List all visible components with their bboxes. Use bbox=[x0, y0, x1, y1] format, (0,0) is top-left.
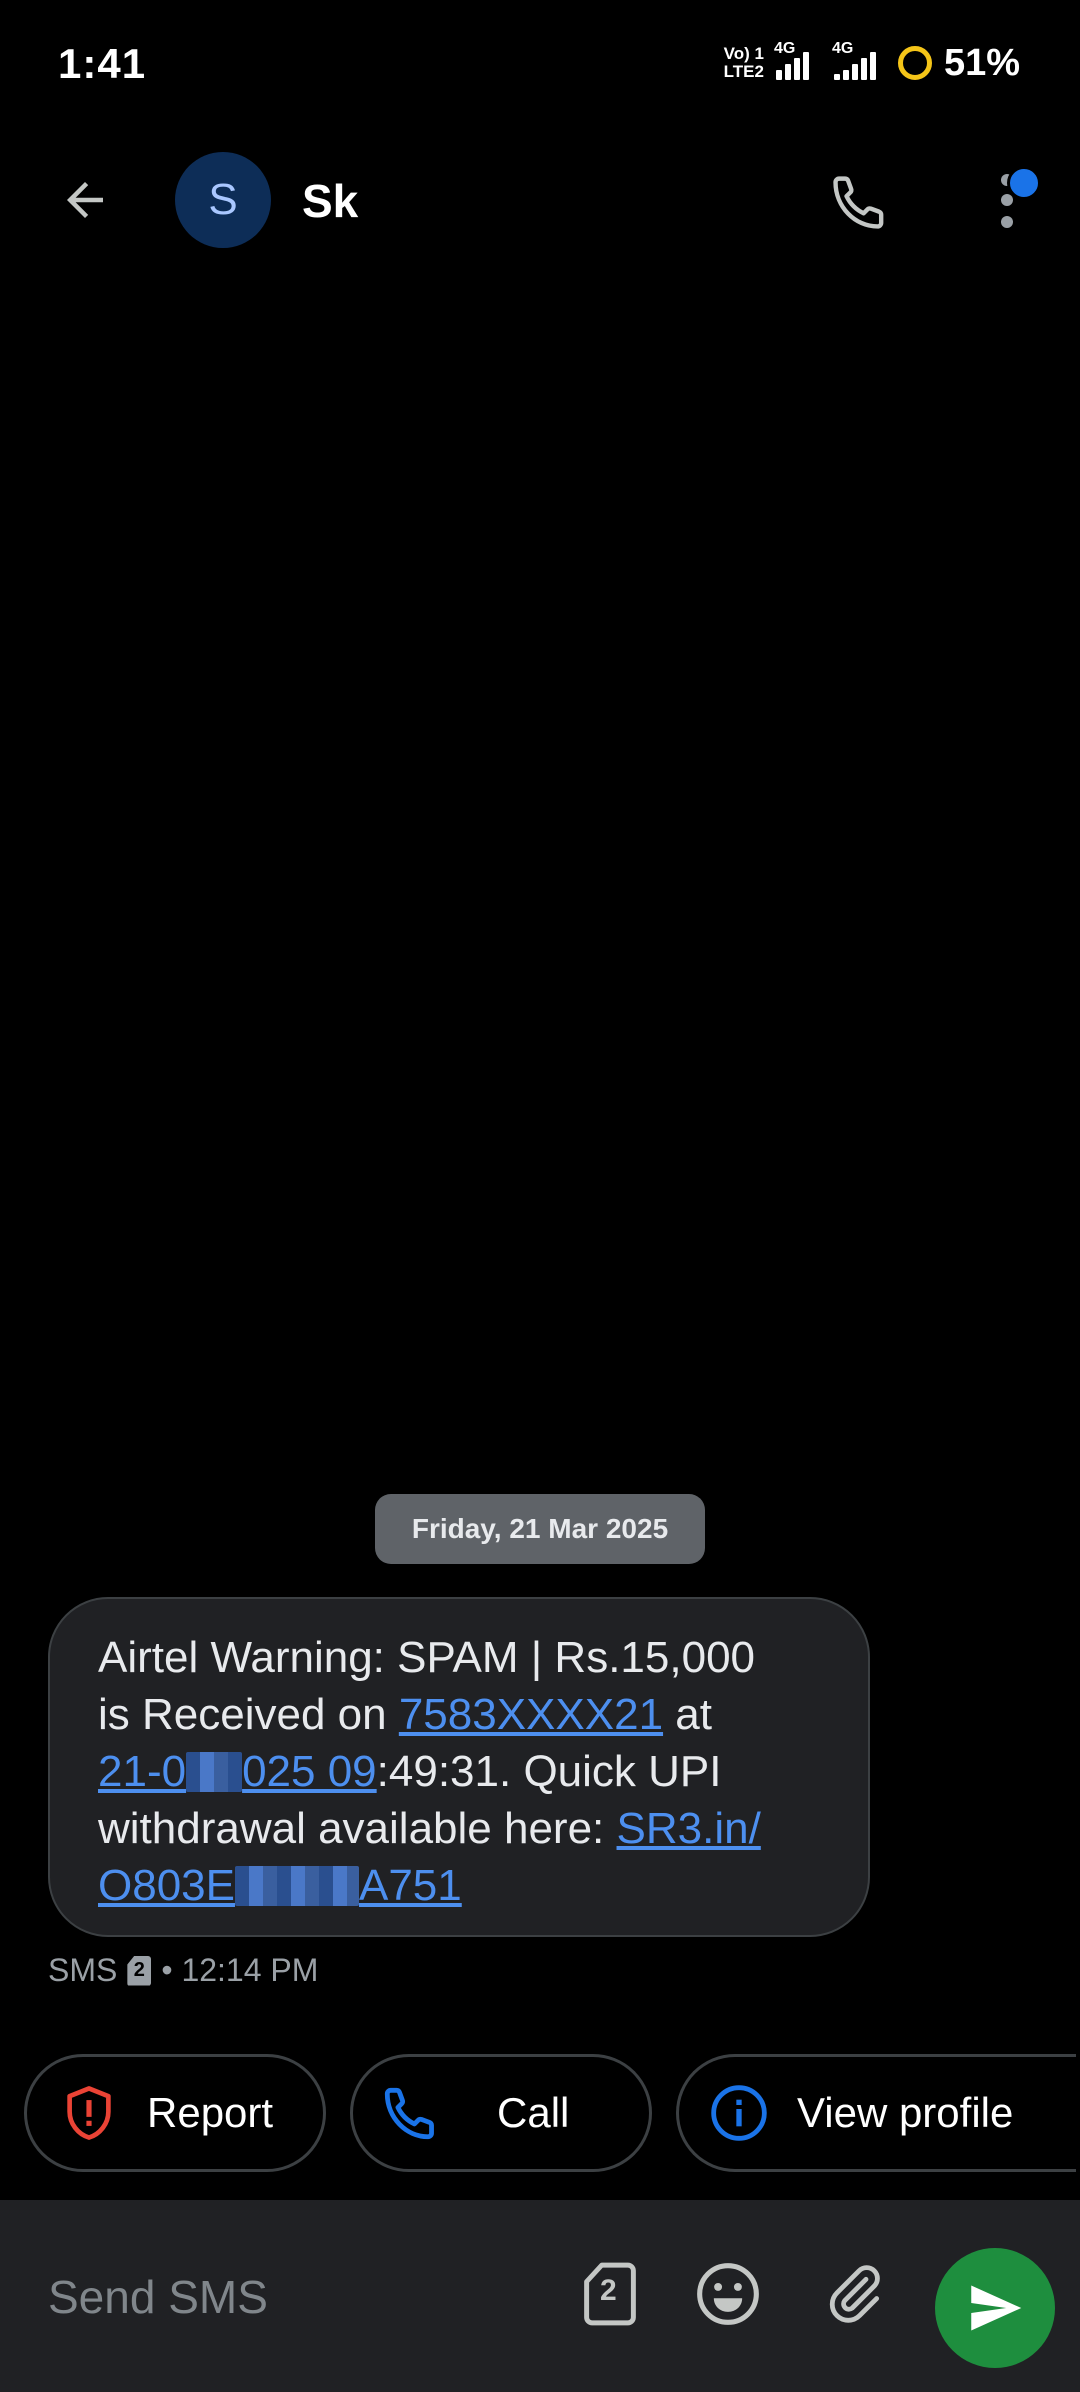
more-options-button[interactable] bbox=[985, 164, 1045, 240]
message-text: Airtel Warning: SPAM | Rs.15,000 bbox=[98, 1633, 756, 1682]
info-icon bbox=[707, 2081, 771, 2145]
message-time: • 12:14 PM bbox=[161, 1952, 319, 1988]
message-line: Airtel Warning: SPAM | Rs.15,000 bbox=[98, 1629, 822, 1686]
message-line: O803E A751 bbox=[98, 1857, 822, 1914]
redacted-blur bbox=[234, 1866, 359, 1906]
notification-badge bbox=[1007, 166, 1041, 200]
report-button[interactable]: Report bbox=[24, 2054, 326, 2172]
phone-icon bbox=[833, 176, 884, 229]
call-label: Call bbox=[497, 2089, 570, 2136]
url-link-part: O803E bbox=[98, 1861, 235, 1910]
message-text: is Received on bbox=[98, 1690, 399, 1739]
sim-select-button[interactable]: 2 bbox=[572, 2256, 648, 2332]
net-type-sim2: 4G bbox=[831, 40, 854, 57]
volte-line2: LTE2 bbox=[723, 62, 764, 81]
phone-icon bbox=[379, 2081, 443, 2145]
send-button[interactable] bbox=[935, 2248, 1055, 2368]
attach-button[interactable] bbox=[816, 2256, 892, 2332]
report-label: Report bbox=[147, 2089, 274, 2136]
url-link[interactable]: SR3.in/ bbox=[617, 1804, 761, 1853]
more-dot bbox=[1001, 194, 1013, 206]
date-link-part: 025 09 bbox=[242, 1747, 377, 1796]
arrow-back-icon bbox=[67, 182, 103, 218]
status-time: 1:41 bbox=[58, 40, 147, 87]
signal-icon-sim1: 4G bbox=[774, 40, 816, 80]
battery-saver-icon bbox=[897, 46, 932, 80]
date-divider: Friday, 21 Mar 2025 bbox=[375, 1494, 705, 1564]
net-type-sim1: 4G bbox=[773, 40, 796, 57]
signal-icon-sim2: 4G bbox=[832, 40, 886, 80]
status-icons: Vo) 1 LTE2 4G 4G 51% bbox=[724, 38, 1020, 88]
message-text: withdrawal available here: bbox=[98, 1804, 617, 1853]
conversation-header: S Sk bbox=[0, 140, 1080, 260]
volte-line1: Vo) 1 bbox=[723, 44, 764, 63]
phone-number-link[interactable]: 7583XXXX21 bbox=[399, 1690, 663, 1739]
send-icon bbox=[971, 2285, 1022, 2331]
url-link-continued[interactable]: O803E A751 bbox=[98, 1861, 462, 1910]
message-text: at bbox=[663, 1690, 712, 1739]
paperclip-icon bbox=[829, 2265, 880, 2323]
view-profile-button[interactable]: View profile bbox=[676, 2054, 1076, 2172]
status-bar: 1:41 Vo) 1 LTE2 4G 4G 51% bbox=[0, 0, 1080, 130]
date-link-part: 21-0 bbox=[98, 1747, 187, 1796]
compose-bar: 2 bbox=[0, 2200, 1080, 2392]
more-dot bbox=[1001, 216, 1013, 228]
emoji-icon bbox=[697, 2263, 759, 2325]
sim-number: 2 bbox=[600, 2274, 617, 2307]
redacted-blur bbox=[186, 1752, 243, 1792]
emoji-button[interactable] bbox=[690, 2256, 766, 2332]
call-chip-button[interactable]: Call bbox=[350, 2054, 652, 2172]
url-link-part: A751 bbox=[358, 1861, 462, 1910]
message-line: 21-0 025 09:49:31. Quick UPI bbox=[98, 1743, 822, 1800]
screen: 1:41 Vo) 1 LTE2 4G 4G 51% S Sk Friday, 2… bbox=[0, 0, 1080, 2392]
date-link[interactable]: 21-0 025 09 bbox=[98, 1747, 377, 1796]
message-input[interactable] bbox=[48, 2270, 548, 2324]
message-line: withdrawal available here: SR3.in/ bbox=[98, 1800, 822, 1857]
message-line: is Received on 7583XXXX21 at bbox=[98, 1686, 822, 1743]
avatar[interactable]: S bbox=[175, 152, 271, 248]
message-bubble[interactable]: Airtel Warning: SPAM | Rs.15,000 is Rece… bbox=[48, 1597, 870, 1937]
message-type: SMS bbox=[48, 1952, 118, 1988]
shield-alert-icon bbox=[57, 2081, 121, 2145]
back-button[interactable] bbox=[50, 168, 120, 232]
view-profile-label: View profile bbox=[797, 2089, 1014, 2136]
volte-indicator: Vo) 1 LTE2 bbox=[724, 45, 764, 81]
sim-icon: 2 bbox=[127, 1955, 152, 1986]
battery-percent: 51% bbox=[943, 41, 1020, 84]
call-button[interactable] bbox=[822, 164, 898, 240]
message-meta: SMS 2 • 12:14 PM bbox=[48, 1952, 318, 1989]
contact-name[interactable]: Sk bbox=[302, 174, 358, 228]
message-text: :49:31. Quick UPI bbox=[376, 1747, 722, 1796]
